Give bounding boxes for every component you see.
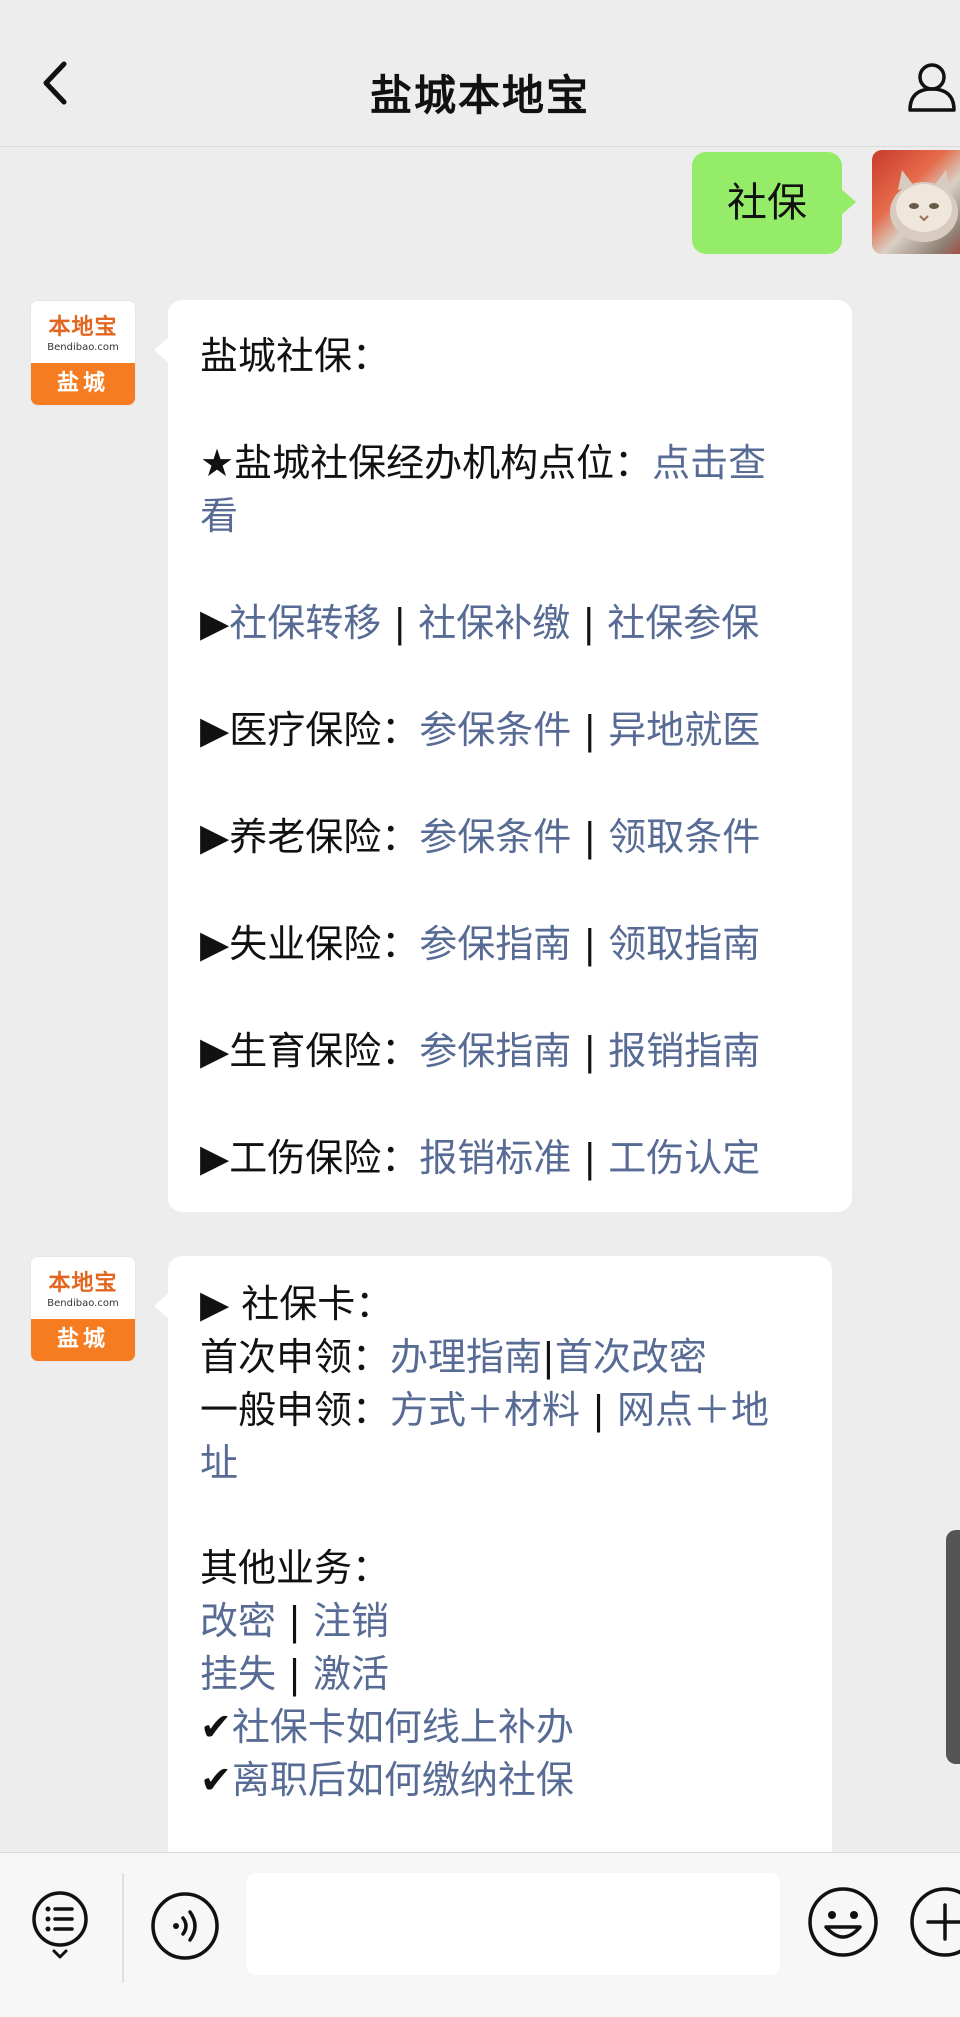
more-button[interactable]	[908, 1885, 960, 1959]
other-services-row: 挂失 | 激活	[200, 1648, 800, 1701]
logo-site: Bendibao.com	[47, 1298, 119, 1309]
emoji-button[interactable]	[806, 1885, 880, 1959]
profile-icon	[908, 63, 956, 112]
first-apply-label: 首次申领：	[200, 1335, 391, 1379]
insurance-link-1[interactable]: 报销标准	[419, 1136, 571, 1180]
separator: |	[381, 601, 419, 645]
first-apply-guide-link[interactable]: 办理指南	[390, 1335, 542, 1379]
separator: |	[570, 601, 608, 645]
office-location-link[interactable]: 点击查	[652, 441, 766, 485]
user-message-bubble[interactable]: 社保	[692, 152, 856, 254]
change-password-link[interactable]: 改密	[200, 1599, 276, 1643]
profile-button[interactable]	[906, 60, 958, 112]
page-title: 盐城本地宝	[369, 71, 590, 120]
checkmark-icon: ✔	[200, 1705, 232, 1749]
insurance-label: ▶工伤保险：	[200, 1136, 420, 1180]
office-location-label: ★盐城社保经办机构点位：	[200, 441, 653, 485]
back-payment-link[interactable]: 社保补缴	[418, 601, 570, 645]
bot-avatar[interactable]: 本地宝 Bendibao.com 盐城	[30, 300, 136, 406]
insurance-label: ▶生育保险：	[200, 1029, 420, 1073]
separator: |	[571, 922, 609, 966]
voice-button[interactable]	[150, 1891, 220, 1961]
plus-icon	[910, 1887, 960, 1957]
cat-photo-icon	[890, 170, 958, 242]
chat-input-bar	[0, 1852, 960, 2017]
insurance-link-2[interactable]: 异地就医	[608, 708, 760, 752]
separator: |	[571, 708, 609, 752]
insurance-link-1[interactable]: 参保条件	[419, 815, 571, 859]
insurance-link-1[interactable]: 参保指南	[419, 922, 571, 966]
logo-text: 本地宝	[48, 1271, 118, 1296]
insurance-link-2[interactable]: 领取条件	[608, 815, 760, 859]
insurance-label: ▶医疗保险：	[200, 708, 420, 752]
insurance-line-unemployment: ▶失业保险：参保指南 | 领取指南	[200, 918, 820, 971]
outlet-address-link[interactable]: 网点＋地	[617, 1388, 769, 1432]
method-materials-link[interactable]: 方式＋材料	[390, 1388, 580, 1432]
separator: |	[542, 1335, 555, 1379]
insurance-label: ▶养老保险：	[200, 815, 420, 859]
side-drag-handle[interactable]	[946, 1530, 960, 1764]
general-apply-line-cont: 址	[200, 1437, 800, 1490]
insurance-line-maternity: ▶生育保险：参保指南 | 报销指南	[200, 1025, 820, 1078]
other-services-row: 改密 | 注销	[200, 1595, 800, 1648]
check-item: ✔社保卡如何线上补办	[200, 1701, 800, 1754]
outlet-address-link-cont[interactable]: 址	[200, 1441, 238, 1485]
separator: |	[571, 1029, 609, 1073]
logo-site: Bendibao.com	[47, 342, 119, 353]
logo-city: 盐城	[31, 363, 135, 405]
office-location-line: ★盐城社保经办机构点位：点击查	[200, 437, 820, 490]
separator: |	[571, 1136, 609, 1180]
online-reissue-link[interactable]: 社保卡如何线上补办	[232, 1705, 574, 1749]
arrow-marker: ▶	[200, 601, 230, 645]
insurance-link-1[interactable]: 参保条件	[419, 708, 571, 752]
separator: |	[276, 1652, 313, 1696]
card-heading: ▶ 社保卡：	[200, 1282, 394, 1326]
emoji-icon	[808, 1887, 878, 1957]
insurance-link-1[interactable]: 参保指南	[419, 1029, 571, 1073]
insurance-line-medical: ▶医疗保险：参保条件 | 异地就医	[200, 704, 820, 757]
after-resign-link[interactable]: 离职后如何缴纳社保	[232, 1758, 574, 1802]
insurance-label: ▶失业保险：	[200, 922, 420, 966]
first-apply-line: 首次申领：办理指南|首次改密	[200, 1331, 800, 1384]
other-services-heading: 其他业务：	[200, 1546, 391, 1590]
office-location-link-cont[interactable]: 看	[200, 494, 238, 538]
toolbar-divider	[122, 1873, 124, 1983]
transfer-link[interactable]: 社保转移	[229, 601, 381, 645]
bot-avatar[interactable]: 本地宝 Bendibao.com 盐城	[30, 1256, 136, 1362]
enrollment-link[interactable]: 社保参保	[607, 601, 759, 645]
general-apply-line: 一般申领：方式＋材料 | 网点＋地	[200, 1384, 800, 1437]
activate-link[interactable]: 激活	[313, 1652, 389, 1696]
bendibao-logo: 本地宝 Bendibao.com	[31, 1257, 135, 1319]
general-apply-label: 一般申领：	[200, 1388, 391, 1432]
first-password-link[interactable]: 首次改密	[555, 1335, 707, 1379]
voice-icon	[151, 1892, 219, 1960]
insurance-link-2[interactable]: 工伤认定	[608, 1136, 760, 1180]
bendibao-logo: 本地宝 Bendibao.com	[31, 301, 135, 363]
menu-list-icon	[32, 1891, 88, 1959]
social-security-links-line: ▶社保转移 | 社保补缴 | 社保参保	[200, 597, 820, 650]
message-heading: 盐城社保：	[200, 334, 391, 378]
office-location-line-cont: 看	[200, 490, 820, 543]
menu-button[interactable]	[28, 1887, 92, 1967]
insurance-line-injury: ▶工伤保险：报销标准 | 工伤认定	[200, 1132, 820, 1185]
bot-message-bubble: 盐城社保： ★盐城社保经办机构点位：点击查 看 ▶社保转移 | 社保补缴 | 社…	[154, 300, 852, 1212]
top-navigation-bar: 盐城本地宝	[0, 0, 960, 147]
checkmark-icon: ✔	[200, 1758, 232, 1802]
insurance-link-2[interactable]: 领取指南	[608, 922, 760, 966]
logo-city: 盐城	[31, 1319, 135, 1361]
user-message-row: 社保	[0, 150, 960, 260]
check-item: ✔离职后如何缴纳社保	[200, 1754, 800, 1807]
insurance-line-pension: ▶养老保险：参保条件 | 领取条件	[200, 811, 820, 864]
insurance-link-2[interactable]: 报销指南	[608, 1029, 760, 1073]
report-loss-link[interactable]: 挂失	[200, 1652, 276, 1696]
message-input[interactable]	[246, 1873, 780, 1975]
separator: |	[580, 1388, 617, 1432]
logo-text: 本地宝	[48, 315, 118, 340]
cancel-card-link[interactable]: 注销	[313, 1599, 389, 1643]
separator: |	[276, 1599, 313, 1643]
user-avatar[interactable]	[872, 150, 960, 254]
separator: |	[571, 815, 609, 859]
